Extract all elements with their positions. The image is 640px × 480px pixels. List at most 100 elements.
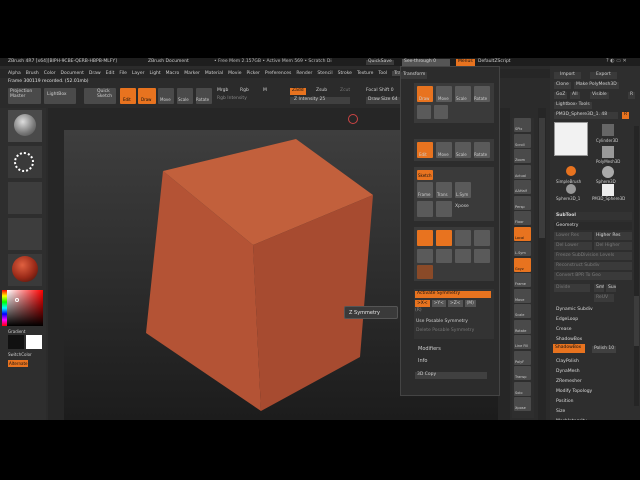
edit-icon[interactable]	[417, 105, 431, 119]
strip-l-sym-button[interactable]: L.Sym	[514, 242, 531, 256]
move-mode-icon[interactable]: Move	[436, 142, 452, 158]
menu-material[interactable]: Material	[205, 71, 223, 76]
info-header[interactable]: Info	[418, 359, 427, 364]
tool-item-lower-res[interactable]: Lower Res	[554, 232, 592, 240]
local-icon[interactable]	[417, 230, 433, 246]
strip-persp-button[interactable]: Persp	[514, 195, 531, 210]
tool-item-dynamic-subdiv[interactable]: Dynamic Subdiv	[554, 306, 632, 314]
mrgb-button[interactable]: Mrgb	[217, 88, 228, 94]
menu-render[interactable]: Render	[296, 71, 312, 76]
frame-icon[interactable]: Frame	[417, 182, 433, 198]
menu-texture[interactable]: Texture	[357, 71, 373, 76]
tool-item-divide[interactable]: Divide	[554, 284, 590, 292]
tool-item-meshintegrity[interactable]: MeshIntegrity	[554, 418, 632, 420]
pm3d-sphere-thumb[interactable]	[602, 184, 614, 196]
rotate-mode-icon[interactable]: Rotate	[474, 142, 490, 158]
edit-button[interactable]: Edit	[120, 88, 136, 104]
menu-brush[interactable]: Brush	[26, 71, 39, 76]
symmetry-axis-2[interactable]: >Z<	[447, 300, 463, 307]
transp-icon[interactable]	[455, 230, 471, 246]
menu-macro[interactable]: Macro	[166, 71, 180, 76]
tool-item-smt[interactable]: Smt	[594, 284, 604, 292]
simplebrush-thumb[interactable]	[566, 166, 576, 176]
lightbox-tools-button[interactable]: Lightbox› Tools	[554, 102, 592, 109]
polish-slider[interactable]: Polish 10	[592, 346, 617, 353]
tool-item-shadowbox[interactable]: ShadowBox	[554, 336, 632, 344]
draw-size-slider[interactable]: Draw Size 64	[366, 97, 400, 104]
camera-icon[interactable]	[434, 105, 448, 119]
solo-icon[interactable]	[436, 230, 452, 246]
move-button[interactable]: Move	[158, 88, 174, 104]
brush-thumbnail[interactable]	[8, 110, 42, 142]
tool-item-reuv[interactable]: ReUV	[594, 294, 614, 302]
sphere3d-1-thumb[interactable]	[566, 184, 576, 194]
strip-scale-button[interactable]: Scale	[514, 304, 531, 318]
strip-gxyz-button[interactable]: Gxyz	[514, 257, 531, 272]
strip-move-button[interactable]: Move	[514, 288, 531, 303]
strip-xpose-button[interactable]: Xpose	[514, 397, 531, 411]
pivot-icon[interactable]	[474, 249, 490, 263]
menu-draw[interactable]: Draw	[89, 71, 101, 76]
tool-item-convert-bpr-to-geo[interactable]: Convert BPR To Geo	[554, 272, 632, 280]
strip-spix-button[interactable]: SPix	[514, 118, 531, 132]
menu-stroke[interactable]: Stroke	[338, 71, 352, 76]
rgb-button[interactable]: Rgb	[240, 88, 249, 94]
draw-button[interactable]: Draw	[138, 88, 156, 104]
symmetry-axis-0[interactable]: >X<	[415, 300, 430, 307]
tool-item-geometry[interactable]: Geometry	[554, 222, 632, 230]
trans-icon[interactable]: Trans	[436, 182, 452, 198]
strip-scroll-button[interactable]: Scroll	[514, 133, 531, 148]
strip-local-button[interactable]: Local	[514, 226, 531, 241]
hue-strip[interactable]	[2, 290, 7, 326]
menu-light[interactable]: Light	[149, 71, 160, 76]
clone-button[interactable]: Clone	[554, 82, 571, 89]
tool-item-freeze-subdivision-levels[interactable]: Freeze SubDivision Levels	[554, 252, 632, 260]
projection-master-button[interactable]: Projection Master	[8, 88, 41, 104]
window-controls-icon[interactable]: ? ◐ ▭ ✕	[606, 59, 627, 64]
menu-edit[interactable]: Edit	[106, 71, 115, 76]
shadowbox-button[interactable]: ShadowBox	[553, 344, 585, 353]
xpose-button[interactable]: Xpose	[455, 204, 469, 210]
scale-icon[interactable]: Scale	[455, 86, 471, 102]
current-tool-r-button[interactable]: R	[622, 112, 630, 119]
gizmo-icon[interactable]	[436, 249, 452, 263]
menu-preferences[interactable]: Preferences	[265, 71, 291, 76]
menu-marker[interactable]: Marker	[184, 71, 200, 76]
strip-frame-button[interactable]: Frame	[514, 273, 531, 287]
primary-color-swatch[interactable]	[26, 335, 42, 349]
strip-aahalf-button[interactable]: AAHalf	[514, 180, 531, 194]
scale-button[interactable]: Scale	[177, 88, 193, 104]
ghost-icon[interactable]	[474, 230, 490, 246]
current-tool-slider[interactable]: PM3D_Sphere3D_1. 48	[554, 112, 618, 119]
setup-icon[interactable]	[417, 249, 433, 263]
move-icon[interactable]: Move	[436, 86, 452, 102]
default-zscript[interactable]: DefaultZScript	[478, 59, 511, 65]
sketch-toggle[interactable]: Sketch	[417, 170, 433, 180]
strip-transp-button[interactable]: Transp	[514, 366, 531, 380]
import-button[interactable]: Import	[554, 72, 581, 79]
tool-item-subtool[interactable]: SubTool	[554, 212, 632, 220]
menu-picker[interactable]: Picker	[246, 71, 259, 76]
strip-actual-button[interactable]: Actual	[514, 164, 531, 179]
tool-item-claypolish[interactable]: ClayPolish	[554, 358, 632, 366]
make-polymesh-button[interactable]: Make PolyMesh3D	[574, 82, 619, 89]
edit-mode-icon[interactable]: Edit	[417, 142, 433, 158]
polyf-icon[interactable]	[436, 201, 452, 217]
sphere3d-thumb[interactable]	[602, 166, 614, 178]
tool-item-del-lower[interactable]: Del Lower	[554, 242, 592, 250]
rotate-button[interactable]: Rotate	[196, 88, 212, 104]
symmetry-axis-3[interactable]: (M)	[464, 300, 476, 307]
material-thumbnail[interactable]	[8, 254, 42, 286]
polymesh3d-thumb[interactable]	[602, 146, 614, 158]
all-button[interactable]: All	[570, 92, 580, 99]
3d-copy-slider[interactable]: 3D Copy	[415, 372, 487, 379]
rgb-intensity-slider[interactable]: Rgb Intensity	[217, 96, 247, 102]
r-button[interactable]: R	[628, 92, 636, 99]
delete-posable-symmetry-button[interactable]: Delete Posable Symmetry	[416, 328, 474, 334]
tool-panel-scroll-thumb[interactable]	[634, 296, 639, 346]
scale-mode-icon[interactable]: Scale	[455, 142, 471, 158]
canvas-scroll-thumb[interactable]	[539, 118, 545, 238]
strip-polyf-button[interactable]: PolyF	[514, 350, 531, 365]
focal-shift-slider[interactable]: Focal Shift 0	[366, 88, 394, 94]
alternate-button[interactable]: Alternate	[8, 360, 29, 367]
